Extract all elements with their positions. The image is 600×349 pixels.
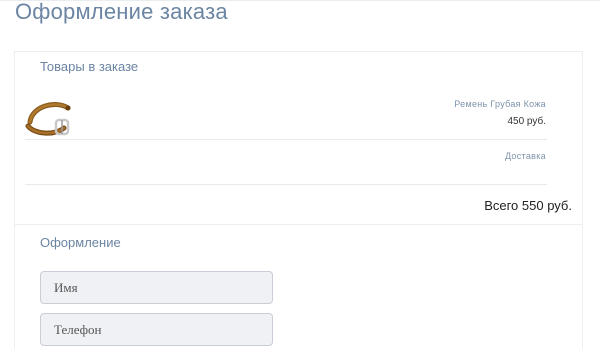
order-total: Всего 550 руб.	[484, 198, 572, 213]
phone-field[interactable]	[40, 313, 273, 346]
order-page: Оформление заказа Товары в заказе Ремень…	[0, 0, 600, 349]
cart-section: Товары в заказе Ремень Грубая Кожа 450 р…	[14, 51, 583, 225]
checkout-section: Оформление	[14, 224, 583, 349]
cart-section-title: Товары в заказе	[40, 59, 139, 74]
delivery-label: Доставка	[504, 151, 546, 161]
name-field[interactable]	[40, 271, 273, 304]
page-title: Оформление заказа	[15, 0, 228, 24]
divider	[25, 184, 547, 185]
product-name[interactable]: Ремень Грубая Кожа	[454, 99, 546, 109]
divider	[25, 139, 547, 140]
checkout-section-title: Оформление	[40, 235, 121, 250]
product-price: 450 руб.	[507, 116, 546, 127]
leather-belt-thumbnail[interactable]	[24, 96, 74, 140]
